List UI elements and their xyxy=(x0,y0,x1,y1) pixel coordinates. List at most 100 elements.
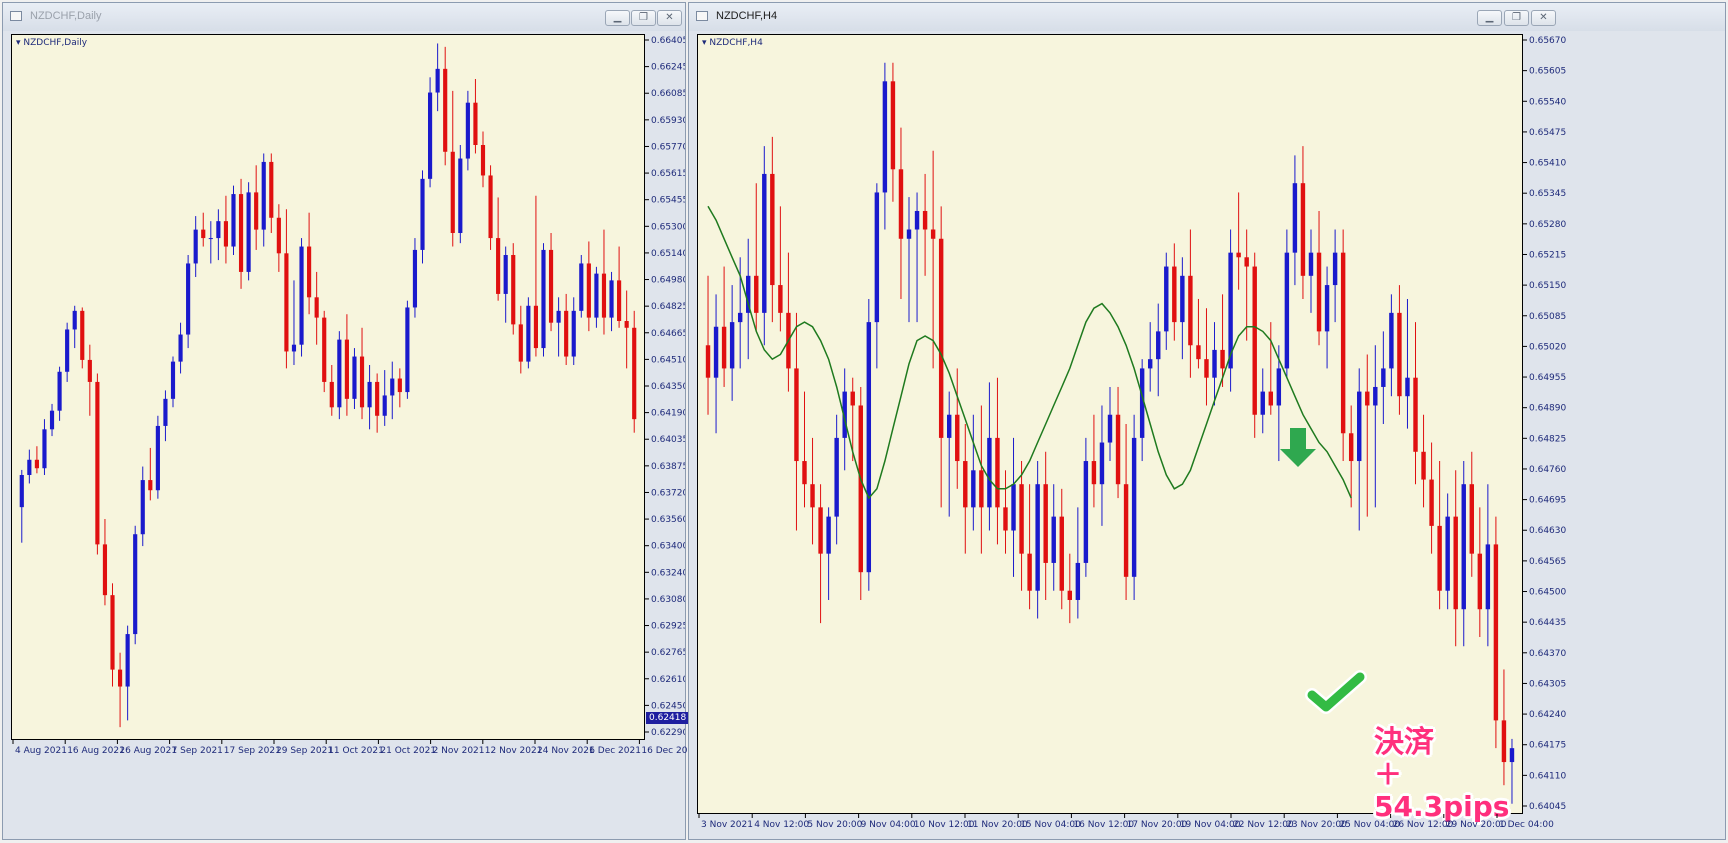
h4-candle-body xyxy=(729,322,735,369)
h4-candle-body xyxy=(1019,484,1024,554)
h4-x-tick-label: 19 Nov 04:00 xyxy=(1180,820,1241,830)
daily-candle-body xyxy=(65,329,70,372)
h4-window-titlebar[interactable]: NZDCHF,H4 ▁ ❐ ✕ xyxy=(689,3,1725,31)
daily-candle xyxy=(564,293,569,365)
close-button[interactable]: ✕ xyxy=(657,10,682,26)
h4-candle-body xyxy=(1332,252,1338,286)
h4-candle-body xyxy=(1236,252,1241,258)
h4-y-tick-label: 0.65280 xyxy=(1529,220,1566,230)
h4-y-tick-label: 0.64045 xyxy=(1529,802,1566,812)
h4-candle xyxy=(754,183,759,332)
h4-y-tick-label: 0.64370 xyxy=(1529,649,1566,659)
daily-y-tick-label: 0.66085 xyxy=(651,89,685,99)
daily-x-tick-label: 17 Sep 2021 xyxy=(224,746,281,756)
daily-candle-body xyxy=(80,310,85,360)
daily-candle xyxy=(375,373,380,433)
h4-candle-body xyxy=(826,516,831,554)
h4-x-tick-label: 15 Nov 04:00 xyxy=(1020,820,1081,830)
daily-candle xyxy=(178,322,183,374)
h4-candle xyxy=(1011,437,1016,577)
daily-y-tick-label: 0.63080 xyxy=(651,595,685,605)
daily-y-tick-label: 0.64350 xyxy=(651,382,685,392)
h4-candle-body xyxy=(1493,544,1499,721)
daily-candle xyxy=(541,243,546,357)
daily-candle xyxy=(586,241,591,332)
h4-candle-body xyxy=(1244,257,1249,267)
daily-window-titlebar[interactable]: NZDCHF,Daily ▁ ❐ ✕ xyxy=(3,3,685,31)
h4-candle xyxy=(1316,210,1322,346)
h4-candle xyxy=(1300,146,1306,299)
settlement-label: 決済 xyxy=(1374,725,1434,760)
minimize-button[interactable]: ▁ xyxy=(605,10,630,26)
h4-candle-body xyxy=(762,173,767,313)
daily-price-axis: 0.66405 0.66245 0.66085 0.65930 0.65770 0.656… xyxy=(645,34,685,740)
restore-button[interactable]: ❐ xyxy=(631,10,656,26)
daily-candle-body xyxy=(314,297,319,318)
daily-candle xyxy=(503,246,508,323)
daily-candle-body xyxy=(397,378,402,393)
daily-candle xyxy=(72,305,77,349)
settlement-annotation: 決済 ＋54.3pips xyxy=(1374,727,1522,823)
h4-candle-body xyxy=(810,484,815,508)
daily-candle xyxy=(125,625,130,721)
h4-candle xyxy=(1284,229,1290,378)
h4-chart-window[interactable]: NZDCHF,H4 ▁ ❐ ✕ ▾ NZDCHF,H4 決済 ＋54.3pips… xyxy=(688,2,1726,840)
h4-candle xyxy=(1308,229,1314,313)
h4-candle xyxy=(858,386,863,600)
h4-x-tick-label: 23 Nov 20:00 xyxy=(1286,820,1347,830)
daily-y-tick-label: 0.64665 xyxy=(651,329,685,339)
h4-x-tick-label: 1 Dec 04:00 xyxy=(1499,820,1554,830)
h4-candle xyxy=(1003,470,1008,554)
daily-chart-window[interactable]: NZDCHF,Daily ▁ ❐ ✕ ▾ NZDCHF,Daily 0.6640… xyxy=(2,2,690,840)
daily-y-tick-label: 0.64035 xyxy=(651,435,685,445)
h4-candle xyxy=(1477,507,1483,638)
daily-y-tick-label: 0.65140 xyxy=(651,249,685,259)
h4-candle xyxy=(1348,405,1354,508)
daily-candle-body xyxy=(556,310,561,323)
daily-candle-body xyxy=(125,634,130,687)
minimize-icon: ▁ xyxy=(613,12,622,23)
h4-candle xyxy=(922,173,928,276)
daily-y-tick-label: 0.63720 xyxy=(651,488,685,498)
h4-candle-body xyxy=(938,238,944,438)
daily-candle-body xyxy=(261,161,266,230)
h4-candle-body xyxy=(1340,252,1346,434)
h4-candle xyxy=(946,391,952,517)
daily-candle-body xyxy=(201,229,206,239)
daily-candle-body xyxy=(133,534,138,635)
h4-candle-body xyxy=(1115,414,1121,485)
daily-candle-body xyxy=(548,249,554,323)
h4-y-tick-label: 0.64760 xyxy=(1529,465,1566,475)
daily-candle xyxy=(511,243,516,335)
h4-candle xyxy=(1123,424,1129,600)
h4-y-tick-label: 0.65540 xyxy=(1529,97,1566,107)
daily-candle xyxy=(314,271,319,345)
h4-candle-body xyxy=(794,368,799,462)
h4-candle xyxy=(1027,484,1032,610)
restore-icon: ❐ xyxy=(1512,12,1521,23)
h4-y-tick-label: 0.65410 xyxy=(1529,159,1566,169)
daily-candle-body xyxy=(276,217,281,254)
minimize-button[interactable]: ▁ xyxy=(1477,10,1502,26)
daily-candle xyxy=(412,238,418,318)
h4-candle-body xyxy=(946,414,952,438)
daily-plot-area[interactable]: ▾ NZDCHF,Daily xyxy=(11,34,645,740)
daily-candle xyxy=(27,449,32,484)
h4-y-tick-label: 0.64825 xyxy=(1529,434,1566,444)
h4-candle xyxy=(890,62,896,202)
restore-button[interactable]: ❐ xyxy=(1504,10,1529,26)
daily-candle xyxy=(186,255,191,349)
daily-candle-body xyxy=(49,410,55,430)
h4-candle xyxy=(770,136,775,323)
daily-candle-body xyxy=(617,280,622,321)
h4-plot-area[interactable]: ▾ NZDCHF,H4 決済 ＋54.3pips xyxy=(697,34,1523,823)
h4-candle-body xyxy=(1212,349,1217,378)
h4-candle-body xyxy=(898,169,904,239)
check-mark-icon xyxy=(1305,670,1367,714)
daily-candle xyxy=(163,390,168,442)
h4-candles-svg xyxy=(705,62,1515,804)
h4-candle xyxy=(1099,405,1105,526)
close-button[interactable]: ✕ xyxy=(1531,10,1556,26)
h4-candle-body xyxy=(1389,312,1394,369)
daily-symbol-label: ▾ NZDCHF,Daily xyxy=(16,38,88,48)
